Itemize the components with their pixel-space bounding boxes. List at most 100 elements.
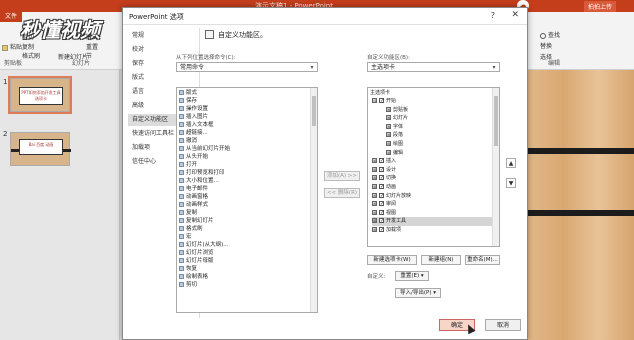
expand-icon[interactable]: ⊞ (372, 201, 377, 207)
new-group-button[interactable]: 新建组(N) (421, 255, 461, 265)
tree-item[interactable]: ⊞ ✓ 开发工具 (372, 217, 492, 226)
list-item[interactable]: 版式 (179, 90, 197, 98)
tree-item[interactable]: ⊞ ✓ 设计 (372, 166, 492, 175)
slide-thumbnail[interactable]: PPT如何添加开发工具选项卡 (8, 76, 72, 114)
checkbox[interactable]: ✓ (379, 209, 384, 215)
find-button[interactable]: 查找 (540, 30, 560, 39)
ribbon-tree[interactable]: 主选项卡 ⊟ ✓ 开始 ⊞ 剪贴板 ⊞ 幻灯片 ⊞ 字体 ⊞ 段落 ⊞ 绘图 ⊞ 编辑 ⊞ ✓ 插入 ⊞ ✓ 设计 ⊞ ✓ 切… (367, 87, 500, 247)
list-item[interactable]: 打开 (179, 162, 197, 170)
list-item[interactable]: 绘制表格 (179, 274, 208, 282)
customize-ribbon-select[interactable]: 主选项卡 ▾ (367, 62, 500, 72)
list-item[interactable]: 动画窗格 (179, 194, 208, 202)
rename-button[interactable]: 重命名(M)... (465, 255, 500, 265)
scrollbar-thumb[interactable] (494, 96, 498, 146)
reset-dropdown[interactable]: 重置(E) ▾ (395, 271, 429, 281)
expand-icon[interactable]: ⊞ (372, 218, 377, 224)
help-button[interactable]: ? (491, 11, 495, 20)
add-button[interactable]: 添加(A) >> (324, 171, 360, 181)
checkbox[interactable]: ✓ (379, 201, 384, 207)
layout-button[interactable]: 版式 (86, 32, 98, 41)
expand-icon[interactable]: ⊞ (372, 166, 377, 172)
move-down-button[interactable]: ▼ (506, 178, 516, 188)
list-item[interactable]: 恢复 (179, 266, 197, 274)
expand-icon[interactable]: ⊞ (386, 106, 391, 112)
tree-item[interactable]: ⊞ ✓ 加载项 (372, 226, 492, 235)
expand-icon[interactable]: ⊞ (372, 175, 377, 181)
checkbox[interactable]: ✓ (379, 175, 384, 181)
expand-icon[interactable]: ⊞ (386, 115, 391, 121)
list-item[interactable]: 从当前幻灯片开始 (179, 146, 230, 154)
list-item[interactable]: 撤消 (179, 138, 197, 146)
nav-item-layout[interactable]: 版式 (128, 72, 200, 84)
checkbox[interactable]: ✓ (379, 166, 384, 172)
list-item[interactable]: 保存 (179, 98, 197, 106)
cut-button[interactable]: 剪切 (22, 32, 34, 41)
tree-item[interactable]: ⊞ ✓ 动画 (372, 183, 492, 192)
list-item[interactable]: 宏 (179, 234, 192, 242)
tree-item[interactable]: ⊞ ✓ 切换 (372, 174, 492, 183)
replace-button[interactable]: 替换 (540, 41, 552, 50)
tree-item[interactable]: ⊞ 幻灯片 (386, 114, 492, 123)
commands-list[interactable]: 版式 保存 操作设置 插入图片 插入文本框 超链接... 撤消 从当前幻灯片开始… (176, 87, 318, 313)
tree-item[interactable]: ⊞ ✓ 插入 (372, 157, 492, 166)
checkbox[interactable]: ✓ (379, 192, 384, 198)
expand-icon[interactable]: ⊞ (372, 192, 377, 198)
list-item[interactable]: 剪切 (179, 282, 197, 290)
list-item[interactable]: 从头开始 (179, 154, 208, 162)
collapse-icon[interactable]: ⊟ (372, 98, 377, 103)
close-button[interactable]: ✕ (511, 10, 519, 20)
copy-button[interactable]: 复制 (22, 42, 34, 51)
tree-item[interactable]: ⊞ ✓ 幻灯片放映 (372, 192, 492, 201)
expand-icon[interactable]: ⊞ (372, 184, 377, 189)
tree-item[interactable]: ⊞ ✓ 视图 (372, 209, 492, 218)
checkbox[interactable]: ✓ (379, 158, 384, 164)
choose-commands-select[interactable]: 常用命令 ▾ (176, 62, 318, 72)
expand-icon[interactable]: ⊞ (386, 141, 391, 146)
tree-item[interactable]: ⊞ 编辑 (386, 149, 492, 158)
list-item[interactable]: 动画样式 (179, 202, 208, 210)
tree-item[interactable]: ⊞ 剪贴板 (386, 106, 492, 115)
tree-item[interactable]: ⊞ 绘图 (386, 140, 492, 149)
expand-icon[interactable]: ⊞ (386, 149, 391, 155)
move-up-button[interactable]: ▲ (506, 158, 516, 168)
tree-item[interactable]: ⊞ ✓ 审阅 (372, 200, 492, 209)
list-item[interactable]: 复制幻灯片 (179, 218, 214, 226)
slide-thumbnail[interactable]: Bai 百度 动画 (10, 132, 71, 166)
remove-button[interactable]: << 删除(R) (324, 188, 360, 198)
list-item[interactable]: 大小和位置... (179, 178, 219, 186)
checkbox[interactable]: ✓ (379, 98, 384, 104)
list-item[interactable]: 幻灯片(从大纲)... (179, 242, 229, 250)
tree-item[interactable]: ⊟ ✓ 开始 (372, 97, 492, 106)
import-export-dropdown[interactable]: 导入/导出(P) ▾ (395, 288, 441, 298)
list-item[interactable]: 操作设置 (179, 106, 208, 114)
list-item[interactable]: 格式刷 (179, 226, 203, 234)
list-item[interactable]: 打印预览和打印 (179, 170, 225, 178)
checkbox[interactable]: ✓ (379, 218, 384, 224)
expand-icon[interactable]: ⊞ (372, 158, 377, 164)
expand-icon[interactable]: ⊞ (386, 132, 391, 138)
expand-icon[interactable]: ⊞ (372, 227, 377, 232)
format-painter-button[interactable]: 格式刷 (22, 51, 40, 60)
checkbox[interactable]: ✓ (379, 184, 384, 190)
list-item[interactable]: 超链接... (179, 130, 208, 138)
new-tab-button[interactable]: 新建选项卡(W) (367, 255, 417, 265)
list-item[interactable]: 插入图片 (179, 114, 208, 122)
checkbox[interactable]: ✓ (379, 227, 384, 233)
reset-button[interactable]: 重置 (86, 42, 98, 51)
tree-item[interactable]: ⊞ 字体 (386, 123, 492, 132)
tree-item[interactable]: ⊞ 段落 (386, 131, 492, 140)
list-item[interactable]: 幻灯片浏览 (179, 250, 214, 258)
slide-canvas[interactable] (528, 70, 634, 340)
expand-icon[interactable]: ⊞ (372, 209, 377, 215)
expand-icon[interactable]: ⊞ (386, 123, 391, 129)
cancel-button[interactable]: 取消 (485, 319, 521, 331)
tree-scrollbar[interactable] (492, 88, 499, 246)
list-item[interactable]: 幻灯片母版 (179, 258, 214, 266)
file-tab[interactable]: 文件 (0, 12, 22, 22)
scrollbar-thumb[interactable] (312, 96, 316, 126)
share-button[interactable]: 拍拍上传 (583, 1, 616, 12)
commands-scrollbar[interactable] (310, 88, 317, 312)
list-item[interactable]: 插入文本框 (179, 122, 214, 130)
list-item[interactable]: 电子邮件 (179, 186, 208, 194)
nav-item-general[interactable]: 常规 (128, 30, 200, 42)
